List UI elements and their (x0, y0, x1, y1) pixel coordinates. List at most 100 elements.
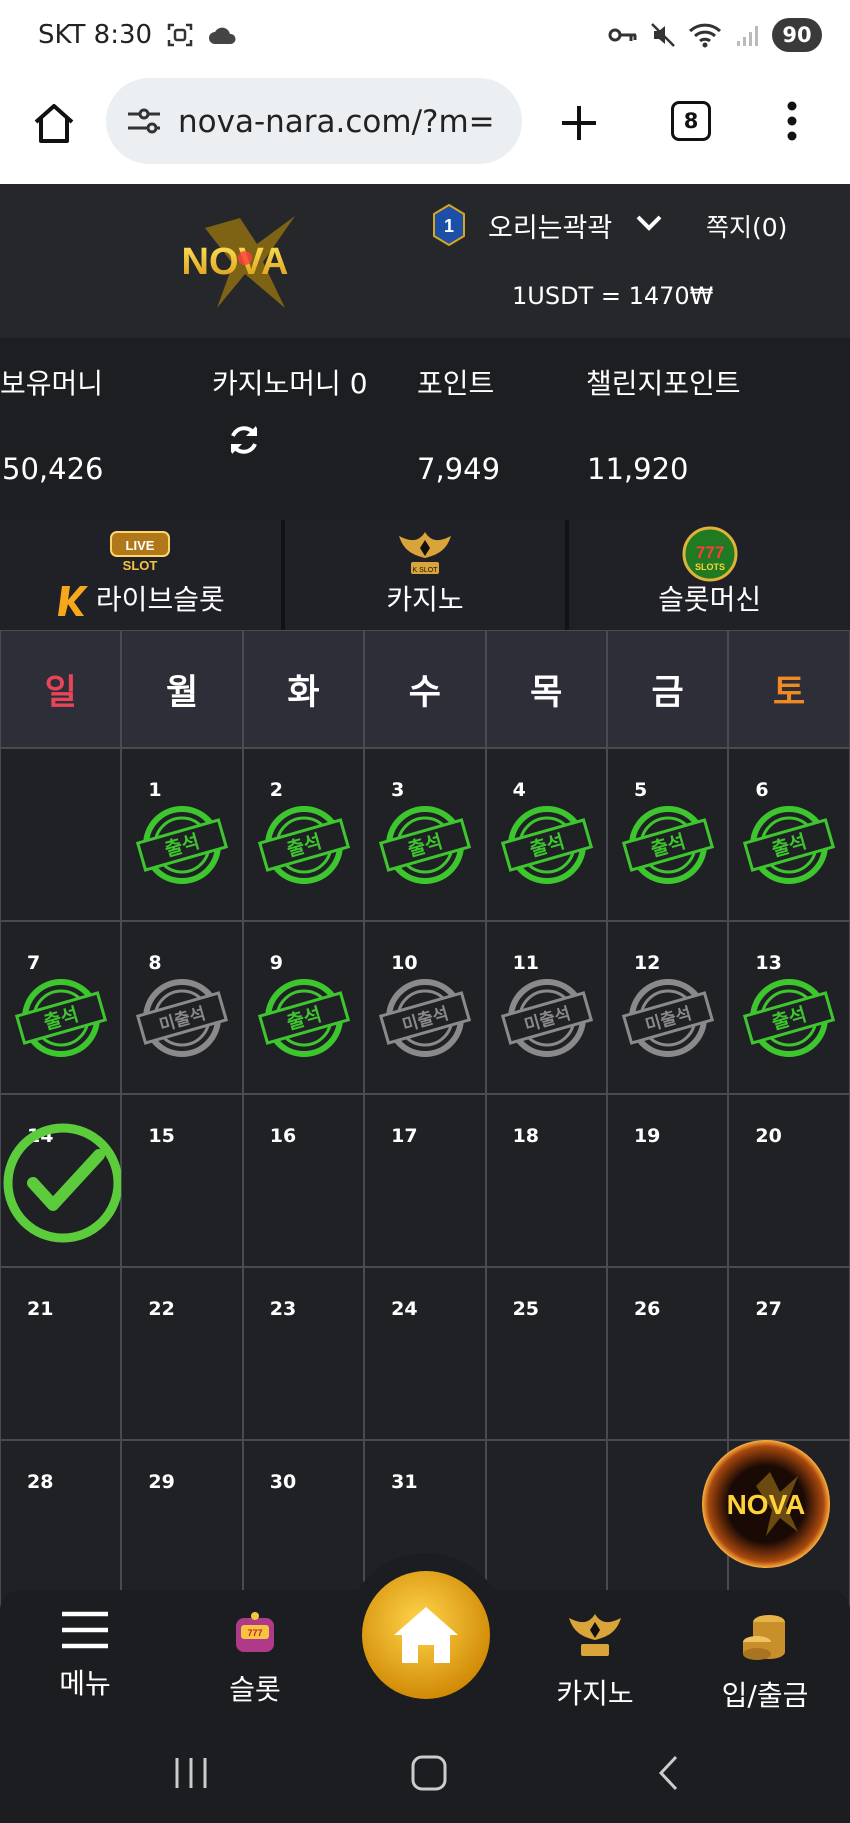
day-number: 30 (269, 1471, 297, 1493)
calendar-day-cell: 19 (606, 1094, 729, 1267)
day-number: 25 (512, 1298, 540, 1320)
nav-deposit[interactable]: 입/출금 (705, 1610, 825, 1714)
coins-icon (743, 1615, 785, 1660)
calendar-day-cell: 12 미출석 (606, 921, 729, 1094)
logo-text: NOVA (182, 241, 289, 283)
calendar-day-cell: 26 (606, 1267, 729, 1440)
point-label: 포인트 (417, 367, 495, 400)
site-settings-icon[interactable] (126, 106, 162, 136)
calendar-day-cell: 4 출석 (485, 748, 607, 921)
weekday-sun: 일 (0, 630, 122, 748)
nav-deposit-label: 입/출금 (721, 1679, 809, 1712)
username-dropdown[interactable]: 오리는곽곽 (488, 206, 612, 245)
challenge-point-value: 11,920 (587, 452, 689, 486)
attendance-absent-stamp: 미출석 (379, 979, 472, 1057)
svg-text:777: 777 (247, 1628, 262, 1638)
tab-switcher-button[interactable]: 8 (671, 101, 711, 141)
nav-menu-label: 메뉴 (59, 1667, 111, 1700)
back-icon[interactable] (656, 1754, 682, 1792)
floating-nova-button[interactable]: NOVA (700, 1438, 832, 1570)
battery-indicator: 90 (772, 18, 822, 52)
money-value: 50,426 (2, 452, 104, 486)
balance-panel: 보유머니 50,426 카지노머니 0 포인트 7,949 챌린지포인트 11,… (0, 338, 850, 520)
svg-text:SLOT: SLOT (123, 558, 158, 573)
weekday-mon: 월 (121, 630, 243, 748)
new-tab-icon[interactable] (560, 104, 598, 142)
calendar-day-cell: 13 출석 (728, 921, 850, 1094)
game-tab-label: 카지노 (386, 583, 464, 616)
nav-slot[interactable]: 777 슬롯 (195, 1610, 315, 1708)
casino-nav-icon (569, 1614, 621, 1656)
calendar-day-cell: 8 미출석 (121, 921, 243, 1094)
svg-text:K SLOT: K SLOT (413, 567, 439, 574)
calendar-day-cell: 28 (0, 1440, 122, 1613)
url-text: nova-nara.com/?m= (178, 104, 495, 140)
calendar-week-row: 1 출석 2 출석 3 출석 4 출석 5 출석 6 출석 (0, 748, 850, 921)
weekday-tue: 화 (242, 630, 365, 748)
home-button[interactable] (344, 1553, 508, 1717)
weekday-wed: 수 (364, 630, 486, 748)
nav-casino[interactable]: 카지노 (535, 1610, 655, 1712)
address-bar[interactable]: nova-nara.com/?m= (106, 78, 522, 164)
weekday-sat: 토 (728, 630, 850, 748)
recent-apps-icon[interactable] (172, 1754, 210, 1792)
wifi-icon (688, 23, 722, 48)
weekday-fri: 금 (606, 630, 729, 748)
signal-icon (737, 26, 758, 46)
day-number: 26 (633, 1298, 661, 1320)
calendar-day-cell: 29 (121, 1440, 243, 1613)
day-number: 22 (148, 1298, 175, 1320)
casino-icon: K SLOT (399, 532, 451, 574)
screenshot-icon (167, 23, 193, 47)
day-number: 27 (755, 1298, 782, 1320)
key-icon (608, 28, 637, 42)
game-tab-slot-machine[interactable]: 777 SLOTS 슬롯머신 (569, 520, 850, 630)
mute-icon (651, 23, 675, 47)
calendar-day-cell: 22 (121, 1267, 243, 1440)
game-tab-casino[interactable]: K SLOT 카지노 (284, 520, 566, 630)
system-home-icon[interactable] (410, 1754, 448, 1792)
day-number: 21 (27, 1298, 54, 1320)
refresh-icon[interactable] (226, 422, 262, 458)
home-center-icon (362, 1571, 490, 1699)
calendar-day-cell: 5 출석 (606, 748, 729, 921)
nav-menu[interactable]: 메뉴 (25, 1610, 145, 1702)
chevron-down-icon[interactable] (635, 214, 663, 232)
calendar-day-cell (485, 1440, 607, 1613)
level-badge-icon: 1 (433, 204, 465, 246)
day-number: 15 (148, 1125, 175, 1147)
cloud-icon (209, 27, 236, 44)
status-bar: SKT 8:30 90 (0, 0, 850, 74)
attendance-present-stamp: 출석 (257, 979, 350, 1057)
calendar-day-cell: 20 (728, 1094, 850, 1267)
more-menu-icon[interactable] (786, 100, 798, 142)
day-number: 23 (269, 1298, 297, 1320)
nova-logo[interactable]: NOVA (145, 214, 325, 310)
attendance-present-stamp: 출석 (14, 979, 108, 1057)
calendar-day-cell: 21 (0, 1267, 122, 1440)
svg-text:777: 777 (695, 543, 723, 562)
exchange-rate: 1USDT = 1470₩ (512, 282, 714, 310)
attendance-present-stamp: 출석 (257, 806, 350, 884)
home-icon[interactable] (32, 102, 76, 144)
notes-link[interactable]: 쪽지(0) (706, 208, 787, 244)
game-tab-live-slot[interactable]: LIVE SLOT 라이브슬롯 (0, 520, 281, 630)
attendance-absent-stamp: 미출석 (621, 979, 715, 1057)
calendar-day-cell: 1 출석 (121, 748, 243, 921)
floating-logo-text: NOVA (727, 1489, 806, 1520)
money-label: 보유머니 (0, 367, 104, 400)
calendar-day-cell: 27 (728, 1267, 850, 1440)
calendar-day-cell: 23 (242, 1267, 365, 1440)
level-number: 1 (444, 216, 454, 236)
system-navigation-bar (0, 1730, 850, 1823)
day-number: 16 (269, 1125, 297, 1147)
calendar-day-cell: 24 (364, 1267, 486, 1440)
day-number: 31 (391, 1471, 418, 1493)
today-check-icon (3, 1123, 123, 1243)
weekday-thu: 목 (485, 630, 607, 748)
nav-casino-label: 카지노 (556, 1677, 634, 1710)
nav-slot-label: 슬롯 (229, 1673, 281, 1706)
svg-text:SLOTS: SLOTS (695, 562, 725, 572)
point-value: 7,949 (417, 452, 501, 486)
attendance-present-stamp: 출석 (743, 806, 836, 884)
